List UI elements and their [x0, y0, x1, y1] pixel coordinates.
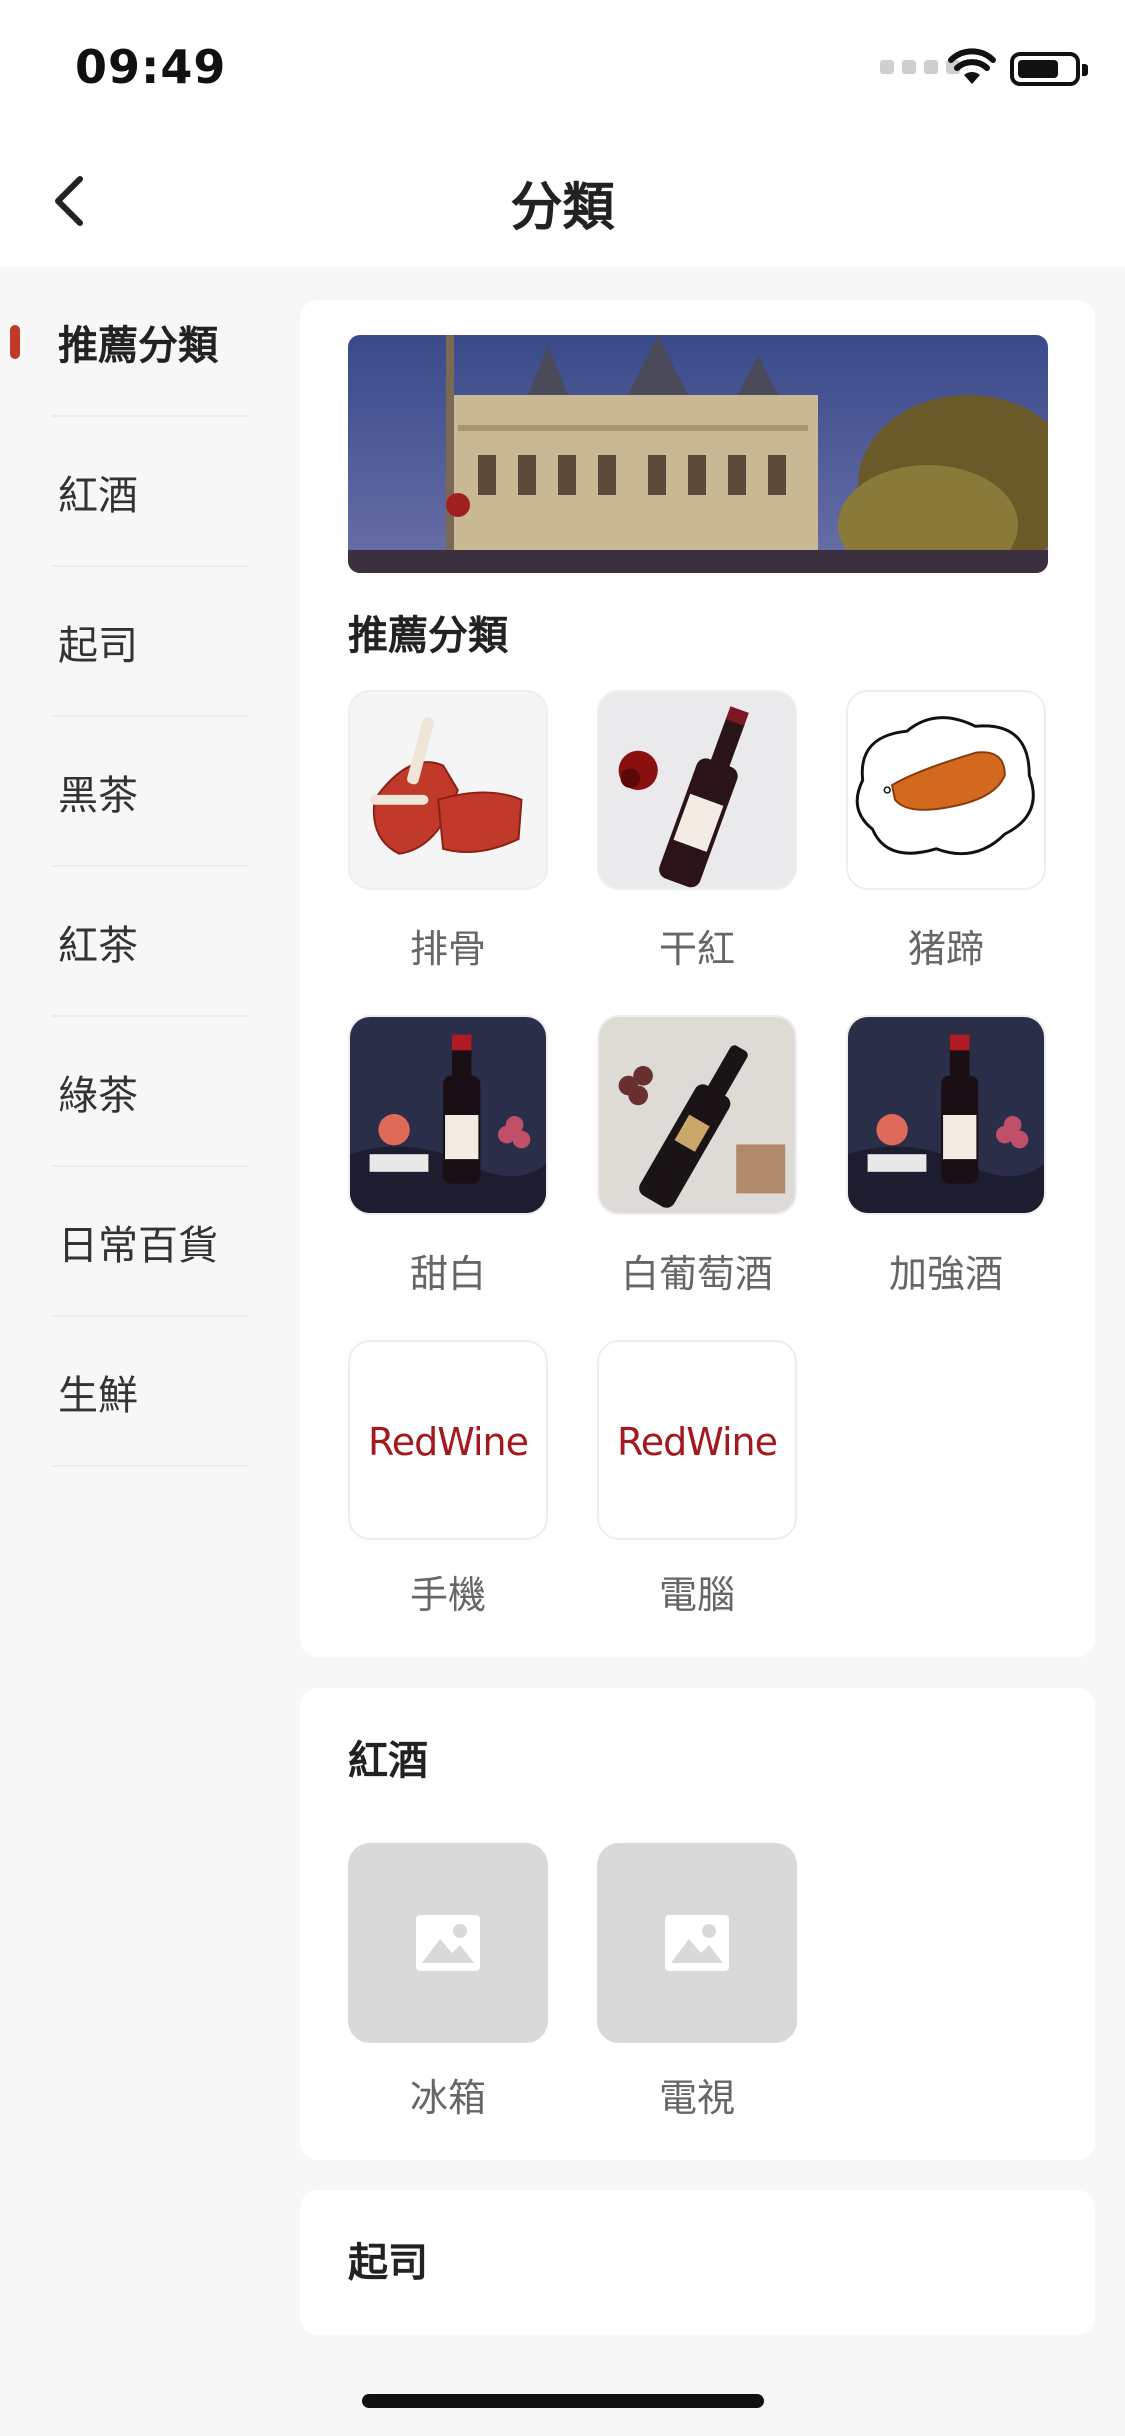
- recommended-panel: 推薦分類 排骨 干紅 猪蹄 甜白 白葡萄酒 加強酒 RedWine 手機 Red…: [300, 300, 1095, 1657]
- home-indicator[interactable]: [362, 2394, 764, 2408]
- wifi-icon: [948, 48, 996, 84]
- image-placeholder-icon: [348, 1843, 548, 2043]
- section-title: 起司: [348, 2240, 428, 2286]
- status-bar: 09:49: [0, 0, 1125, 135]
- category-label: 排骨: [409, 927, 486, 971]
- redwine-logo-image: RedWine: [597, 1340, 797, 1540]
- sidebar-item-label: 日常百貨: [58, 1223, 218, 1269]
- category-item-computer[interactable]: RedWine 電腦: [597, 1340, 797, 1619]
- sidebar-item-green-tea[interactable]: 綠茶: [0, 1017, 300, 1167]
- image-placeholder-icon: [597, 1843, 797, 2043]
- category-label: 電腦: [658, 1573, 735, 1617]
- sidebar-item-cheese[interactable]: 起司: [0, 567, 300, 717]
- category-label: 電視: [658, 2076, 735, 2120]
- fortified-wine-image: [846, 1015, 1046, 1215]
- category-item-fridge[interactable]: 冰箱: [348, 1843, 548, 2122]
- page-title: 分類: [510, 178, 615, 238]
- category-label: 加強酒: [888, 1252, 1003, 1296]
- category-label: 猪蹄: [907, 927, 984, 971]
- sidebar-item-label: 紅茶: [58, 923, 138, 969]
- category-item-white-wine[interactable]: 白葡萄酒: [597, 1015, 797, 1298]
- sidebar-item-label: 起司: [58, 623, 138, 669]
- pig-trotter-image: [846, 690, 1046, 890]
- category-sidebar: 推薦分類 紅酒 起司 黑茶 紅茶 綠茶 日常百貨 生鮮: [0, 267, 300, 2436]
- logo-text: RedWine: [368, 1420, 529, 1464]
- sidebar-item-recommended[interactable]: 推薦分類: [0, 267, 300, 417]
- category-item-sweet-white[interactable]: 甜白: [348, 1015, 548, 1298]
- sidebar-item-red-wine[interactable]: 紅酒: [0, 417, 300, 567]
- white-wine-image: [597, 1015, 797, 1215]
- sidebar-item-label: 黑茶: [58, 773, 138, 819]
- category-label: 干紅: [658, 927, 735, 971]
- sidebar-item-daily-goods[interactable]: 日常百貨: [0, 1167, 300, 1317]
- red-wine-panel: 紅酒 冰箱 電視: [300, 1688, 1095, 2160]
- category-item-dry-red[interactable]: 干紅: [597, 690, 797, 973]
- section-title: 紅酒: [348, 1738, 428, 1784]
- sidebar-item-fresh[interactable]: 生鮮: [0, 1317, 300, 1467]
- category-label: 冰箱: [409, 2076, 486, 2120]
- nav-bar: 分類: [0, 135, 1125, 267]
- sidebar-item-label: 推薦分類: [58, 323, 218, 369]
- sidebar-item-label: 生鮮: [58, 1373, 138, 1419]
- category-item-fortified-wine[interactable]: 加強酒: [846, 1015, 1046, 1298]
- category-label: 手機: [409, 1573, 486, 1617]
- sidebar-item-label: 紅酒: [58, 473, 138, 519]
- battery-icon: [1010, 52, 1088, 86]
- sweet-white-wine-image: [348, 1015, 548, 1215]
- status-time: 09:49: [75, 40, 227, 94]
- sidebar-item-label: 綠茶: [58, 1073, 138, 1119]
- category-item-tv[interactable]: 電視: [597, 1843, 797, 2122]
- category-item-ribs[interactable]: 排骨: [348, 690, 548, 973]
- sidebar-item-dark-tea[interactable]: 黑茶: [0, 717, 300, 867]
- redwine-logo-image: RedWine: [348, 1340, 548, 1540]
- active-indicator: [10, 325, 20, 359]
- category-item-phone[interactable]: RedWine 手機: [348, 1340, 548, 1619]
- cheese-panel: 起司: [300, 2190, 1095, 2335]
- dry-red-wine-image: [597, 690, 797, 890]
- category-item-pig-trotter[interactable]: 猪蹄: [846, 690, 1046, 973]
- sidebar-item-black-tea[interactable]: 紅茶: [0, 867, 300, 1017]
- category-label: 甜白: [409, 1252, 486, 1296]
- category-label: 白葡萄酒: [620, 1252, 773, 1296]
- logo-text: RedWine: [617, 1420, 778, 1464]
- section-title: 推薦分類: [348, 613, 508, 659]
- ribs-image: [348, 690, 548, 890]
- banner-image[interactable]: [348, 335, 1048, 573]
